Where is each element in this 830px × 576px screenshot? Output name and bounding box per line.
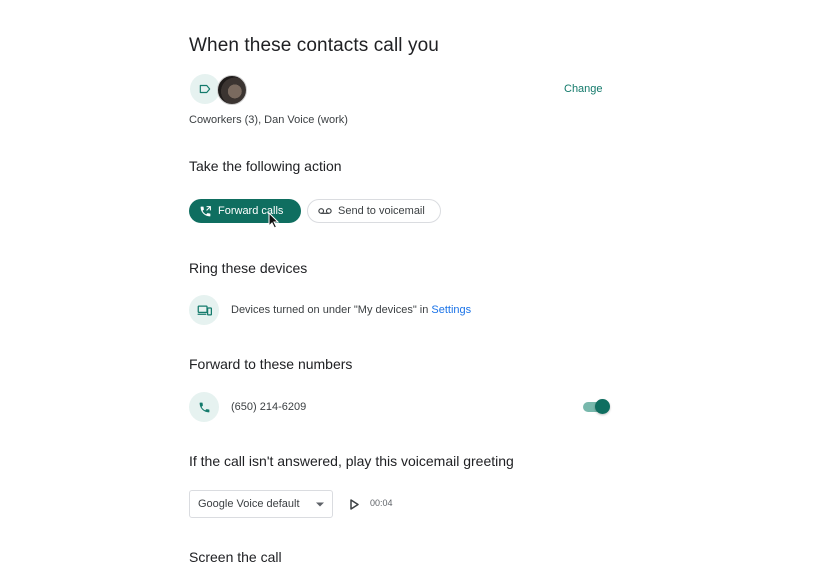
send-to-voicemail-button[interactable]: Send to voicemail — [307, 199, 441, 223]
devices-icon — [197, 305, 212, 315]
forward-call-icon — [200, 205, 211, 216]
label-icon — [199, 84, 211, 94]
devices-text: Devices turned on under "My devices" in — [231, 304, 429, 316]
contacts-text: Coworkers (3), Dan Voice (work) — [189, 114, 348, 126]
phone-badge — [189, 392, 219, 422]
forward-number-toggle[interactable] — [583, 398, 611, 416]
contacts-section-title: When these contacts call you — [189, 35, 439, 56]
change-button[interactable]: Change — [564, 83, 603, 95]
call-rule-page: When these contacts call you Change Cowo… — [0, 0, 830, 576]
avatar[interactable] — [217, 75, 247, 105]
send-to-voicemail-label: Send to voicemail — [338, 205, 425, 217]
forward-calls-label: Forward calls — [218, 205, 284, 217]
ring-section-title: Ring these devices — [189, 260, 308, 276]
voicemail-icon — [318, 208, 332, 214]
devices-badge — [189, 295, 219, 325]
toggle-knob — [595, 399, 610, 414]
greeting-select[interactable]: Google Voice default — [189, 490, 333, 518]
forward-calls-button[interactable]: Forward calls — [189, 199, 301, 223]
settings-link[interactable]: Settings — [431, 304, 471, 316]
greeting-duration: 00:04 — [370, 498, 393, 508]
devices-text-row: Devices turned on under "My devices" in … — [231, 304, 471, 316]
play-icon[interactable] — [350, 499, 359, 510]
phone-icon — [199, 402, 209, 412]
greeting-select-value: Google Voice default — [198, 498, 300, 510]
forward-number: (650) 214-6209 — [231, 401, 307, 413]
contact-group-badge[interactable] — [190, 74, 220, 104]
voicemail-section-title: If the call isn't answered, play this vo… — [189, 453, 514, 469]
chevron-down-icon — [316, 502, 324, 506]
forward-section-title: Forward to these numbers — [189, 356, 353, 372]
screen-section-title: Screen the call — [189, 549, 282, 565]
action-section-title: Take the following action — [189, 158, 342, 174]
